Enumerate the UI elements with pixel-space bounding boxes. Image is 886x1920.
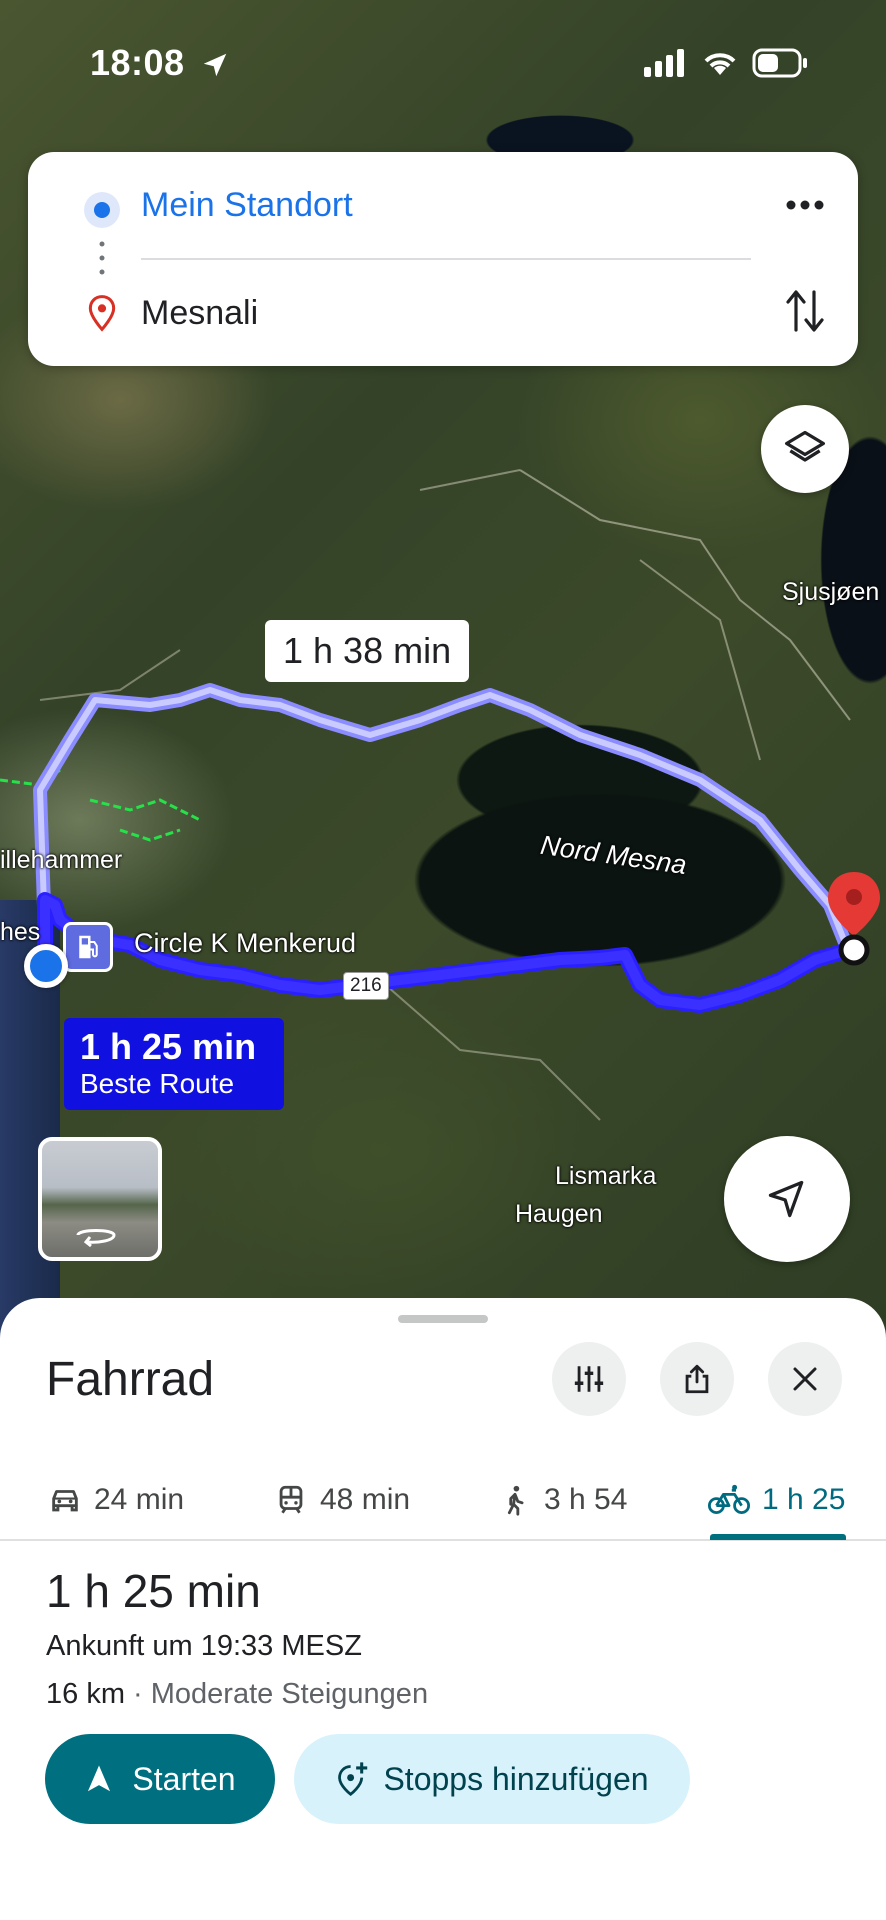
map-label-lismarka: Lismarka: [555, 1162, 657, 1190]
origin-dot-icon: [84, 192, 120, 228]
street-view-thumbnail[interactable]: [38, 1137, 162, 1261]
map-label-haugen: Haugen: [515, 1200, 603, 1228]
current-location-dot: [24, 944, 68, 988]
tab-car[interactable]: 24 min: [48, 1458, 184, 1542]
route-distance-info: 16 km · Moderate Steigungen: [46, 1678, 428, 1711]
map-label-lillehammer: illehammer: [0, 846, 123, 874]
start-button-label: Starten: [132, 1760, 236, 1797]
share-button[interactable]: [660, 1342, 734, 1416]
route-dots-icon: [99, 241, 105, 275]
status-icons: [644, 48, 808, 78]
signal-icon: [644, 49, 684, 77]
battery-icon: [752, 48, 807, 78]
status-bar: 18:08: [0, 0, 886, 120]
destination-pin-icon: [826, 870, 882, 985]
add-location-icon: [338, 1762, 368, 1796]
navigation-arrow-icon: [768, 1180, 804, 1218]
add-stops-button[interactable]: Stopps hinzufügen: [294, 1734, 690, 1824]
best-route-callout[interactable]: 1 h 25 min Beste Route: [64, 1018, 284, 1110]
share-icon: [685, 1364, 709, 1394]
destination-marker-icon: [88, 295, 116, 332]
map-label-hes: hes: [0, 918, 41, 946]
rotate-360-icon: [76, 1229, 116, 1248]
travel-mode-tabs: 24 min 48 min 3 h 54 1 h 25: [0, 1458, 886, 1542]
fuel-station-icon[interactable]: [63, 922, 113, 972]
close-icon: [793, 1367, 817, 1391]
navigation-start-icon: [88, 1765, 111, 1792]
status-time: 18:08: [90, 42, 185, 83]
tab-walk-label: 3 h 54: [544, 1483, 628, 1516]
recenter-button[interactable]: [724, 1136, 850, 1262]
map-label-circle-k[interactable]: Circle K Menkerud: [134, 928, 356, 959]
route-duration: 1 h 25 min: [46, 1565, 261, 1617]
sheet-title: Fahrrad: [46, 1353, 215, 1406]
transit-icon: [279, 1485, 303, 1514]
more-options-icon[interactable]: [780, 190, 830, 220]
arrival-time: Ankunft um 19:33 MESZ: [46, 1630, 362, 1662]
start-button[interactable]: Starten: [45, 1734, 275, 1824]
tab-bike[interactable]: 1 h 25: [708, 1458, 845, 1542]
active-tab-indicator: [710, 1534, 846, 1540]
location-arrow-icon: [203, 53, 227, 77]
layers-button[interactable]: [761, 405, 849, 493]
tab-transit-label: 48 min: [320, 1483, 411, 1516]
tab-transit[interactable]: 48 min: [274, 1458, 410, 1542]
tab-bike-label: 1 h 25: [762, 1483, 846, 1516]
swap-directions-icon[interactable]: [784, 286, 826, 336]
best-route-time: 1 h 25 min: [80, 1026, 257, 1067]
route-terrain: · Moderate Steigungen: [124, 1678, 429, 1710]
walk-icon: [507, 1485, 524, 1516]
add-stops-label: Stopps hinzufügen: [383, 1760, 649, 1797]
tab-car-label: 24 min: [94, 1483, 185, 1516]
destination-field[interactable]: Mesnali: [141, 294, 258, 333]
sliders-icon: [574, 1366, 604, 1392]
route-options-button[interactable]: [552, 1342, 626, 1416]
card-divider: [141, 258, 751, 260]
car-icon: [52, 1490, 78, 1512]
bike-icon: [708, 1484, 750, 1515]
best-route-label: Beste Route: [80, 1068, 235, 1099]
road-shield-216: 216: [343, 972, 389, 1000]
tab-walk[interactable]: 3 h 54: [498, 1458, 627, 1542]
alt-route-time-callout[interactable]: 1 h 38 min: [265, 620, 470, 682]
map-label-sjusjoen: Sjusjøen: [782, 578, 880, 606]
layers-icon: [785, 430, 825, 462]
close-button[interactable]: [768, 1342, 842, 1416]
route-distance: 16 km: [46, 1678, 125, 1710]
wifi-icon: [704, 53, 736, 75]
sheet-grabber[interactable]: [398, 1315, 488, 1323]
origin-field[interactable]: Mein Standort: [141, 186, 353, 225]
